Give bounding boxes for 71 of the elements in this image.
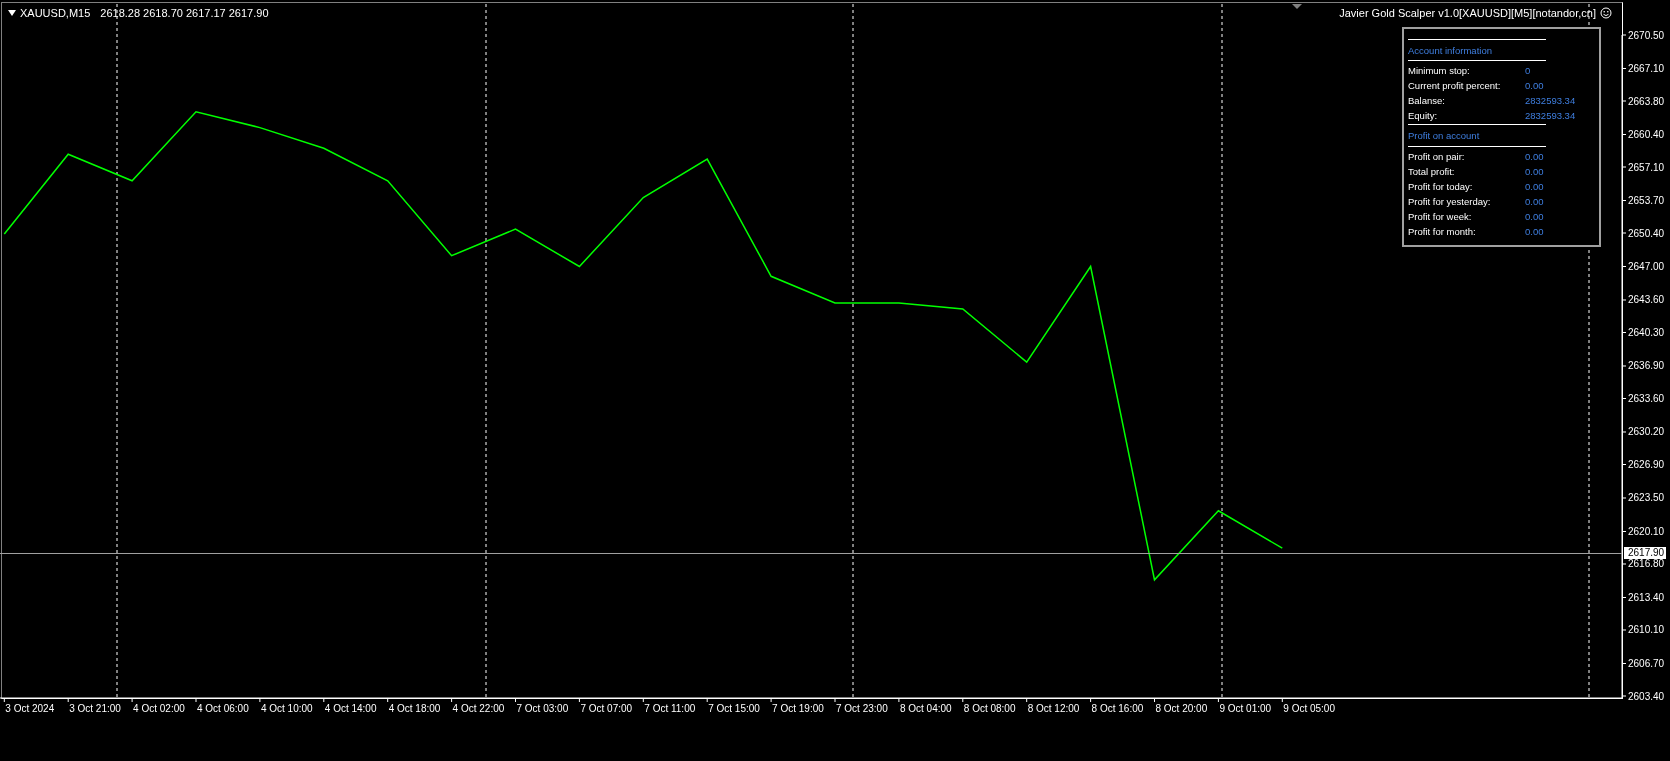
time-label: 7 Oct 03:00 bbox=[516, 703, 569, 714]
price-label: 2663.80 bbox=[1628, 95, 1665, 107]
info-value: 0.00 bbox=[1525, 224, 1545, 238]
info-label: Profit for month: bbox=[1408, 224, 1476, 238]
time-label: 7 Oct 07:00 bbox=[580, 703, 633, 714]
info-label: Profit on pair: bbox=[1408, 149, 1465, 163]
price-label: 2667.10 bbox=[1628, 63, 1665, 74]
price-label: 2670.50 bbox=[1628, 29, 1665, 41]
info-value: 0.00 bbox=[1525, 149, 1545, 163]
info-value: 0 bbox=[1525, 64, 1532, 78]
section-title: Profit on account bbox=[1408, 130, 1480, 142]
time-label: 8 Oct 12:00 bbox=[1027, 703, 1080, 714]
time-label: 3 Oct 21:00 bbox=[69, 703, 121, 714]
price-label: 2613.40 bbox=[1628, 592, 1665, 603]
dropdown-icon[interactable] bbox=[8, 10, 16, 17]
price-label: 2633.60 bbox=[1628, 393, 1665, 404]
time-label: 4 Oct 10:00 bbox=[260, 703, 313, 714]
price-label: 2636.90 bbox=[1628, 360, 1665, 372]
price-label: 2616.80 bbox=[1628, 558, 1665, 570]
info-label: Minimum stop: bbox=[1408, 64, 1470, 78]
price-label: 2626.90 bbox=[1628, 459, 1665, 470]
time-label: 4 Oct 06:00 bbox=[197, 703, 249, 714]
price-label: 2610.10 bbox=[1628, 624, 1665, 636]
price-label: 2643.60 bbox=[1628, 294, 1665, 306]
expert-title: Javier Gold Scalper v1.0[XAUUSD][M5][notandor,cn] bbox=[1339, 6, 1596, 21]
info-value: 0.00 bbox=[1525, 164, 1545, 178]
info-value: 0.00 bbox=[1525, 79, 1545, 93]
symbol-label: XAUUSD,M15 bbox=[20, 6, 91, 21]
info-value: 2832593.34 bbox=[1525, 94, 1577, 108]
info-label: Profit for today: bbox=[1408, 179, 1473, 193]
quote-values: 2618.28 2618.70 2617.17 2617.90 bbox=[100, 6, 269, 21]
price-label: 2606.70 bbox=[1628, 658, 1665, 669]
time-label: 4 Oct 14:00 bbox=[324, 703, 377, 714]
time-label: 7 Oct 19:00 bbox=[772, 703, 824, 714]
time-label: 8 Oct 20:00 bbox=[1155, 703, 1208, 714]
smiley-icon[interactable] bbox=[1600, 7, 1612, 20]
info-label: Profit for yesterday: bbox=[1408, 194, 1491, 208]
time-label: 7 Oct 23:00 bbox=[836, 703, 888, 714]
info-label: Current profit percent: bbox=[1408, 79, 1501, 93]
time-label: 4 Oct 18:00 bbox=[388, 703, 441, 714]
time-label: 8 Oct 04:00 bbox=[899, 703, 952, 714]
time-label: 8 Oct 08:00 bbox=[963, 703, 1016, 714]
price-label: 2653.70 bbox=[1628, 195, 1665, 206]
time-label: 7 Oct 15:00 bbox=[708, 703, 760, 714]
time-label: 8 Oct 16:00 bbox=[1091, 703, 1144, 714]
info-value: 0.00 bbox=[1525, 194, 1545, 208]
price-label: 2603.40 bbox=[1628, 690, 1665, 702]
price-label: 2620.10 bbox=[1628, 526, 1665, 537]
price-label: 2657.10 bbox=[1628, 161, 1665, 173]
price-label: 2640.30 bbox=[1628, 327, 1665, 338]
time-label: 4 Oct 22:00 bbox=[452, 703, 505, 714]
time-label: 4 Oct 02:00 bbox=[133, 703, 185, 714]
info-label: Balanse: bbox=[1408, 94, 1445, 108]
current-price-label: 2617.90 bbox=[1624, 547, 1666, 560]
info-value: 0.00 bbox=[1525, 179, 1545, 193]
shift-marker-icon[interactable] bbox=[1292, 4, 1302, 9]
time-label: 9 Oct 01:00 bbox=[1219, 703, 1272, 714]
price-label: 2660.40 bbox=[1628, 129, 1665, 140]
section-title: Account information bbox=[1408, 45, 1492, 56]
info-value: 2832593.34 bbox=[1525, 109, 1577, 123]
info-label: Equity: bbox=[1408, 109, 1438, 123]
time-label: 7 Oct 11:00 bbox=[644, 703, 696, 714]
info-label: Profit for week: bbox=[1408, 209, 1472, 223]
price-label: 2650.40 bbox=[1628, 227, 1665, 239]
info-value: 0.00 bbox=[1525, 209, 1545, 223]
time-label: 3 Oct 2024 bbox=[5, 703, 55, 714]
price-label: 2647.00 bbox=[1628, 261, 1665, 272]
price-label: 2630.20 bbox=[1628, 426, 1665, 438]
info-label: Total profit: bbox=[1408, 164, 1455, 178]
time-label: 9 Oct 05:00 bbox=[1283, 703, 1335, 714]
price-label: 2623.50 bbox=[1628, 492, 1665, 504]
